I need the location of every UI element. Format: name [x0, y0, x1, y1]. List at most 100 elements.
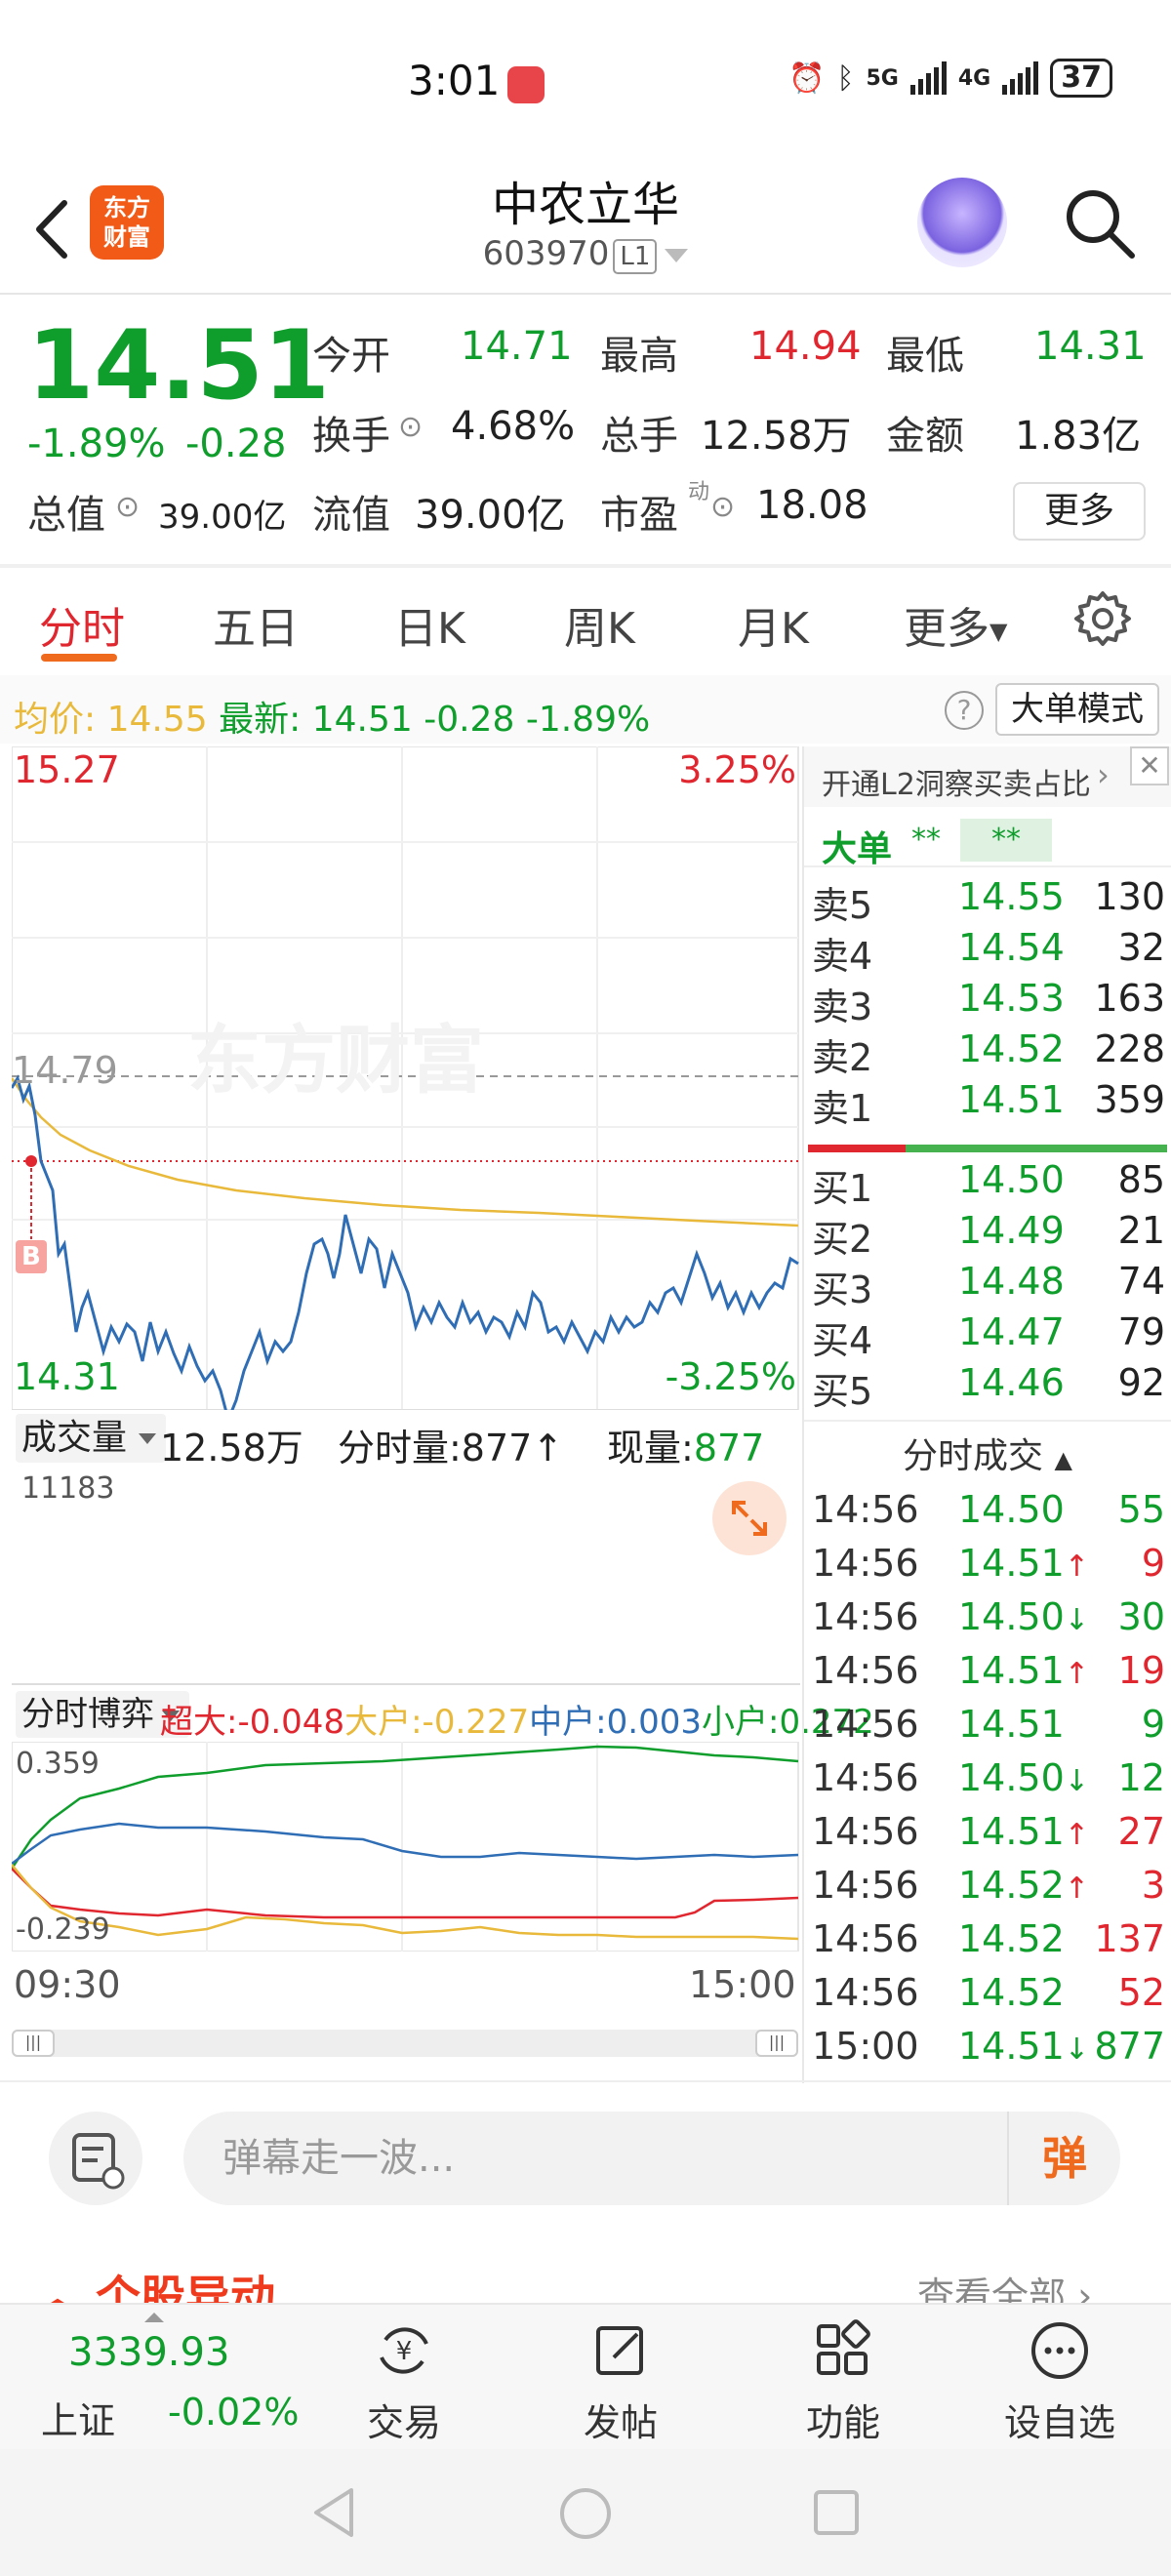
sell-row[interactable]: 卖5 14.55 130: [812, 875, 1165, 927]
open-label: 今开: [312, 334, 390, 379]
tab-monthly-k[interactable]: 月K: [738, 593, 809, 656]
chart-tabs: 分时 五日 日K 周K 月K 更多▼: [0, 566, 1171, 673]
order-level: 买5: [812, 1370, 873, 1413]
sell-row[interactable]: 卖2 14.52 228: [812, 1027, 1165, 1079]
tab-five-day[interactable]: 五日: [213, 593, 299, 656]
network-4g-label: 4G: [957, 65, 991, 91]
flow-values: 超大:-0.048大户:-0.227中户:0.003小户:0.272: [160, 1703, 874, 1742]
order-price: 14.54: [958, 926, 1065, 969]
comment-bar: 弹幕走一波... 弹: [0, 2088, 1171, 2205]
app-notification-icon: [507, 66, 545, 103]
chart-low-pct: -3.25%: [665, 1355, 796, 1398]
network-5g-label: 5G: [866, 65, 899, 91]
buy-row[interactable]: 买4 14.47 79: [812, 1310, 1165, 1362]
order-level: 买2: [812, 1218, 873, 1261]
edit-icon: [596, 2326, 643, 2375]
home-circle-icon[interactable]: [558, 2486, 613, 2541]
search-icon[interactable]: [1060, 183, 1138, 262]
trade-time: 14:56: [812, 1542, 919, 1585]
buy-row[interactable]: 买5 14.46 92: [812, 1361, 1165, 1413]
trade-qty: 3: [1141, 1864, 1165, 1907]
order-level: 卖4: [812, 935, 873, 978]
trade-row: 14:56 14.52 137: [812, 1917, 1165, 1968]
help-icon[interactable]: ?: [945, 691, 984, 730]
pe-value: 18.08: [756, 483, 868, 528]
avg-latest-text: 均价: 14.55 最新: 14.51 -0.28 -1.89%: [14, 700, 651, 740]
sell-row[interactable]: 卖1 14.51 359: [812, 1078, 1165, 1130]
flow-chart: [12, 1742, 799, 1952]
pe-label: 市盈: [600, 493, 678, 538]
order-qty: 228: [1094, 1027, 1165, 1070]
buy-row[interactable]: 买2 14.49 21: [812, 1209, 1165, 1261]
scroll-handle-left[interactable]: |||: [12, 2030, 55, 2057]
turnover-value: 4.68%: [451, 404, 576, 449]
back-triangle-icon[interactable]: [310, 2486, 359, 2539]
trade-row: 14:56 14.51 9: [812, 1703, 1165, 1753]
scroll-handle-right[interactable]: |||: [755, 2030, 798, 2057]
caret-down-icon: [139, 1433, 157, 1444]
trade-qty: 9: [1141, 1542, 1165, 1585]
volume-value: 12.58万: [701, 414, 852, 459]
prev-close-label: 14.79: [12, 1049, 118, 1092]
nav-trade[interactable]: ¥ 交易: [326, 2318, 482, 2446]
trade-time: 14:56: [812, 1971, 919, 2014]
volume-max-label: 11183: [21, 1471, 115, 1506]
time-scrollbar[interactable]: ||| |||: [12, 2030, 798, 2057]
index-value[interactable]: 3339.93: [68, 2330, 229, 2375]
note-icon[interactable]: [49, 2112, 142, 2205]
intraday-chart[interactable]: 15.27 3.25% 14.79 东方财富 B 14.31 -3.25%: [12, 746, 800, 1410]
trade-price: 14.51↑: [958, 1542, 1089, 1585]
tab-daily-k[interactable]: 日K: [394, 593, 465, 656]
svg-text:¥: ¥: [396, 2337, 413, 2366]
bottom-nav: 3339.93 上证 -0.02% ¥ 交易 发帖 功能 设自选: [0, 2303, 1171, 2449]
chevron-right-icon: ›: [1097, 756, 1110, 793]
volume-indicator-select[interactable]: 成交量: [16, 1414, 167, 1463]
info-icon: ⊙: [398, 410, 424, 444]
level-badge: L1: [613, 239, 658, 274]
danmu-button[interactable]: 弹: [1007, 2112, 1120, 2205]
l2-banner[interactable]: 开通L2洞察买卖占比 › ✕: [804, 746, 1171, 807]
gear-icon[interactable]: [1073, 589, 1132, 648]
robot-avatar-icon[interactable]: [917, 178, 1007, 267]
battery-icon: 37: [1050, 59, 1112, 98]
price-summary-bar: 均价: 14.55 最新: 14.51 -0.28 -1.89% ? 大单模式: [0, 675, 1171, 744]
sell-row[interactable]: 卖3 14.53 163: [812, 977, 1165, 1028]
expand-icon[interactable]: [712, 1481, 787, 1555]
nav-watchlist[interactable]: 设自选: [982, 2318, 1138, 2446]
danmu-input[interactable]: 弹幕走一波...: [183, 2112, 1120, 2205]
order-price: 14.55: [958, 875, 1065, 918]
trade-qty: 877: [1094, 2025, 1165, 2068]
tab-more[interactable]: 更多▼: [904, 593, 1007, 656]
sell-row[interactable]: 卖4 14.54 32: [812, 926, 1165, 978]
chart-high-price: 15.27: [14, 748, 120, 791]
status-bar: 3:01 ⏰ ᛒ 5G 4G 37: [0, 0, 1171, 166]
order-qty: 163: [1094, 977, 1165, 1020]
tab-weekly-k[interactable]: 周K: [564, 593, 635, 656]
trade-row: 14:56 14.51↑ 27: [812, 1810, 1165, 1861]
buy-row[interactable]: 买1 14.50 85: [812, 1158, 1165, 1210]
float-value: 39.00亿: [415, 493, 566, 538]
big-order-mode-button[interactable]: 大单模式: [995, 683, 1159, 736]
tab-intraday[interactable]: 分时: [39, 593, 125, 656]
trade-qty: 52: [1117, 1971, 1165, 2014]
nav-functions[interactable]: 功能: [765, 2318, 921, 2446]
order-price: 14.51: [958, 1078, 1065, 1121]
more-button[interactable]: 更多: [1013, 482, 1146, 541]
tick-volume: 分时量:877↑: [338, 1427, 564, 1469]
nav-post[interactable]: 发帖: [543, 2318, 699, 2446]
total-value-label: 总值: [27, 493, 105, 538]
trade-arrow-icon: ↑: [1064, 1550, 1089, 1584]
signal-icon: [909, 61, 947, 95]
buy-row[interactable]: 买3 14.48 74: [812, 1260, 1165, 1311]
trade-arrow-icon: ↓: [1064, 1764, 1089, 1798]
divider: [0, 293, 1171, 295]
trade-qty: 9: [1141, 1703, 1165, 1746]
trades-title[interactable]: 分时成交 ▲: [804, 1428, 1171, 1478]
grid-icon: [817, 2319, 870, 2375]
trade-arrow-icon: ↑: [1064, 1818, 1089, 1852]
order-qty: 79: [1117, 1310, 1165, 1353]
recents-square-icon[interactable]: [812, 2488, 861, 2537]
close-icon[interactable]: ✕: [1130, 746, 1169, 785]
trade-row: 14:56 14.52 52: [812, 1971, 1165, 2022]
order-qty: 92: [1117, 1361, 1165, 1404]
